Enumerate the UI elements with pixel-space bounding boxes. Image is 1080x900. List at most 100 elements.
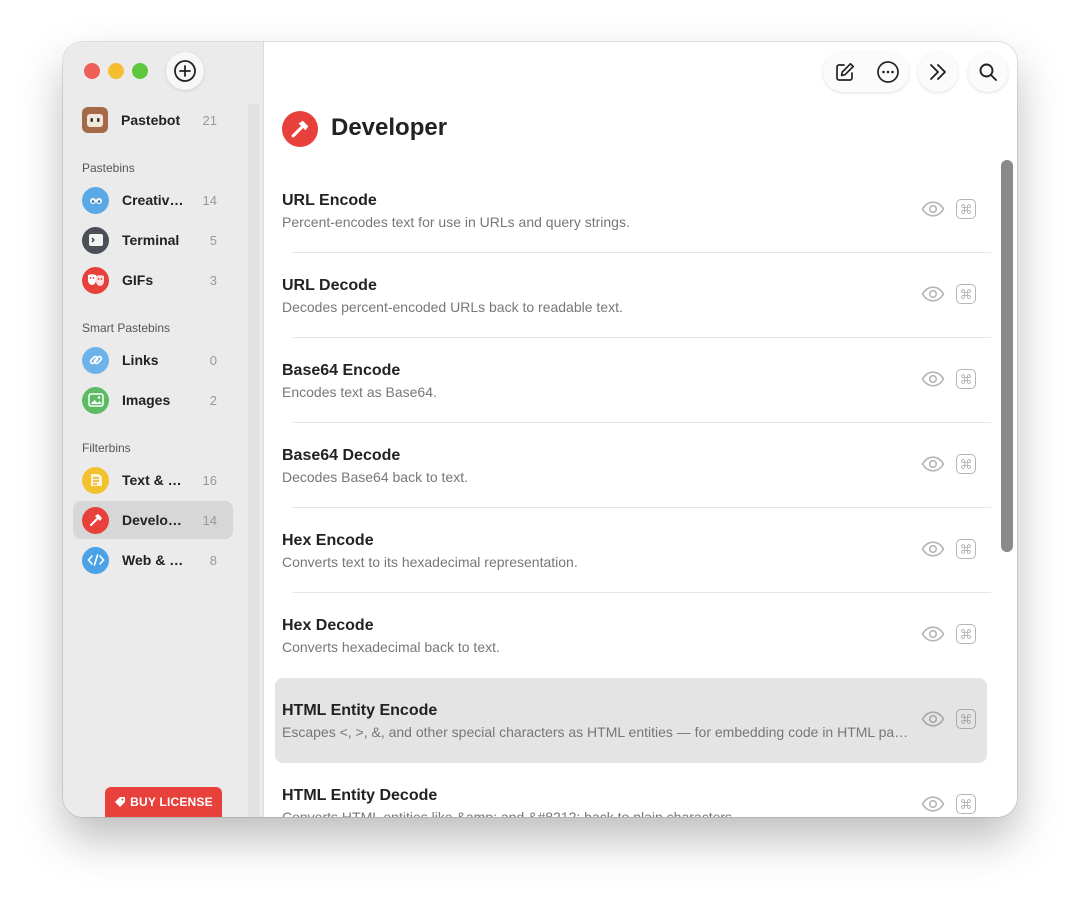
sidebar-item-creative[interactable]: Creative... 14 — [73, 181, 233, 219]
forward-button[interactable] — [918, 52, 958, 92]
filter-description: Converts text to its hexadecimal represe… — [282, 554, 578, 570]
toolbar-edit-more-group — [823, 52, 909, 92]
preview-button[interactable] — [920, 539, 946, 559]
shortcut-button[interactable]: ⌘ — [956, 624, 976, 644]
preview-button[interactable] — [920, 454, 946, 474]
filter-title: HTML Entity Decode — [282, 787, 438, 804]
sidebar-item-count: 21 — [202, 112, 217, 128]
close-window-button[interactable] — [84, 63, 100, 79]
minimize-window-button[interactable] — [108, 63, 124, 79]
command-key-icon: ⌘ — [959, 626, 973, 642]
buy-license-label: BUY LICENSE — [130, 795, 213, 809]
command-key-icon: ⌘ — [959, 711, 973, 727]
sidebar-item-count: 8 — [209, 552, 217, 568]
filter-description: Decodes Base64 back to text. — [282, 469, 468, 485]
filter-row-base64-decode[interactable]: Base64 Decode Decodes Base64 back to tex… — [275, 423, 991, 508]
buy-license-button[interactable]: BUY LICENSE — [105, 787, 222, 817]
shortcut-button[interactable]: ⌘ — [956, 199, 976, 219]
sidebar-item-gifs[interactable]: GIFs 3 — [73, 261, 233, 299]
sidebar-item-terminal[interactable]: Terminal 5 — [73, 221, 233, 259]
filter-title: Hex Encode — [282, 532, 374, 549]
command-key-icon: ⌘ — [959, 541, 973, 557]
filter-description: Encodes text as Base64. — [282, 384, 437, 400]
forward-icon — [930, 64, 946, 80]
filter-row-html-entity-decode[interactable]: HTML Entity Decode Converts HTML entitie… — [275, 763, 987, 817]
sidebar-item-count: 14 — [202, 192, 217, 208]
sidebar: Pastebot 21 Pastebins Creative... 14 Ter… — [63, 42, 264, 817]
section-header-filterbins: Filterbins — [82, 441, 131, 455]
sidebar-item-pastebot[interactable]: Pastebot 21 — [73, 101, 233, 139]
filter-title: Base64 Encode — [282, 362, 401, 379]
command-key-icon: ⌘ — [959, 456, 973, 472]
sidebar-item-count: 14 — [202, 512, 217, 528]
sidebar-item-label: Web & M... — [122, 552, 188, 568]
sidebar-item-label: Developer — [122, 512, 188, 528]
filter-row-url-decode[interactable]: URL Decode Decodes percent-encoded URLs … — [275, 253, 991, 338]
add-icon — [174, 60, 196, 82]
zoom-window-button[interactable] — [132, 63, 148, 79]
filter-description: Decodes percent-encoded URLs back to rea… — [282, 299, 623, 315]
hammer-icon — [82, 506, 109, 534]
filter-row-base64-encode[interactable]: Base64 Encode Encodes text as Base64. ⌘ — [275, 338, 991, 423]
more-button[interactable] — [866, 52, 909, 92]
filter-title: Base64 Decode — [282, 447, 401, 464]
shortcut-button[interactable]: ⌘ — [956, 709, 976, 729]
shortcut-button[interactable]: ⌘ — [956, 539, 976, 559]
filter-title: Hex Decode — [282, 617, 374, 634]
shortcut-button[interactable]: ⌘ — [956, 454, 976, 474]
filter-row-hex-encode[interactable]: Hex Encode Converts text to its hexadeci… — [275, 508, 991, 593]
preview-button[interactable] — [920, 794, 946, 814]
sidebar-item-label: GIFs — [122, 272, 154, 288]
note-icon — [82, 466, 109, 494]
filter-list: URL Encode Percent-encodes text for use … — [264, 168, 1017, 817]
eye-icon — [921, 541, 945, 557]
sidebar-item-text-and-whitespace[interactable]: Text & W... 16 — [73, 461, 233, 499]
sidebar-item-web-and-markup[interactable]: Web & M... 8 — [73, 541, 233, 579]
sidebar-item-label: Text & W... — [122, 472, 188, 488]
section-header-smart-pastebins: Smart Pastebins — [82, 321, 171, 335]
sidebar-item-count: 3 — [209, 272, 217, 288]
app-window: Pastebot 21 Pastebins Creative... 14 Ter… — [63, 42, 1017, 817]
preview-button[interactable] — [920, 709, 946, 729]
eye-icon — [921, 456, 945, 472]
filter-row-url-encode[interactable]: URL Encode Percent-encodes text for use … — [275, 168, 991, 253]
filter-description: Percent-encodes text for use in URLs and… — [282, 214, 630, 230]
preview-button[interactable] — [920, 199, 946, 219]
code-icon — [82, 546, 109, 574]
sidebar-item-links[interactable]: Links 0 — [73, 341, 233, 379]
sidebar-item-count: 2 — [209, 392, 217, 408]
sidebar-item-label: Creative... — [122, 192, 188, 208]
sidebar-item-label: Images — [122, 392, 171, 408]
filter-row-hex-decode[interactable]: Hex Decode Converts hexadecimal back to … — [275, 593, 987, 678]
preview-button[interactable] — [920, 369, 946, 389]
shortcut-button[interactable]: ⌘ — [956, 369, 976, 389]
eye-icon — [921, 626, 945, 642]
filter-row-html-entity-encode[interactable]: HTML Entity Encode Escapes <, >, &, and … — [275, 678, 987, 763]
command-key-icon: ⌘ — [959, 796, 973, 812]
edit-button[interactable] — [823, 52, 866, 92]
shortcut-button[interactable]: ⌘ — [956, 284, 976, 304]
shortcut-button[interactable]: ⌘ — [956, 794, 976, 814]
eye-icon — [921, 286, 945, 302]
preview-button[interactable] — [920, 624, 946, 644]
sidebar-item-label: Pastebot — [121, 112, 181, 128]
filter-title: HTML Entity Encode — [282, 702, 438, 719]
search-button[interactable] — [968, 52, 1008, 92]
filter-title: URL Encode — [282, 192, 377, 209]
sidebar-item-label: Terminal — [122, 232, 180, 248]
sidebar-scrollbar[interactable] — [248, 104, 259, 817]
theater-masks-icon — [82, 266, 109, 294]
filter-description: Escapes <, >, &, and other special chara… — [282, 724, 910, 740]
eye-icon — [921, 201, 945, 217]
page-title: Developer — [331, 114, 448, 141]
filter-description: Converts HTML entities like &amp; and &#… — [282, 809, 736, 817]
sidebar-item-count: 16 — [202, 472, 217, 488]
filter-list-scrollbar[interactable] — [1001, 160, 1013, 552]
section-header-pastebins: Pastebins — [82, 161, 135, 175]
sidebar-item-images[interactable]: Images 2 — [73, 381, 233, 419]
preview-button[interactable] — [920, 284, 946, 304]
sidebar-item-developer[interactable]: Developer 14 — [73, 501, 233, 539]
link-icon — [82, 346, 109, 374]
add-pastebin-button[interactable] — [166, 52, 204, 90]
tag-icon — [115, 797, 126, 807]
